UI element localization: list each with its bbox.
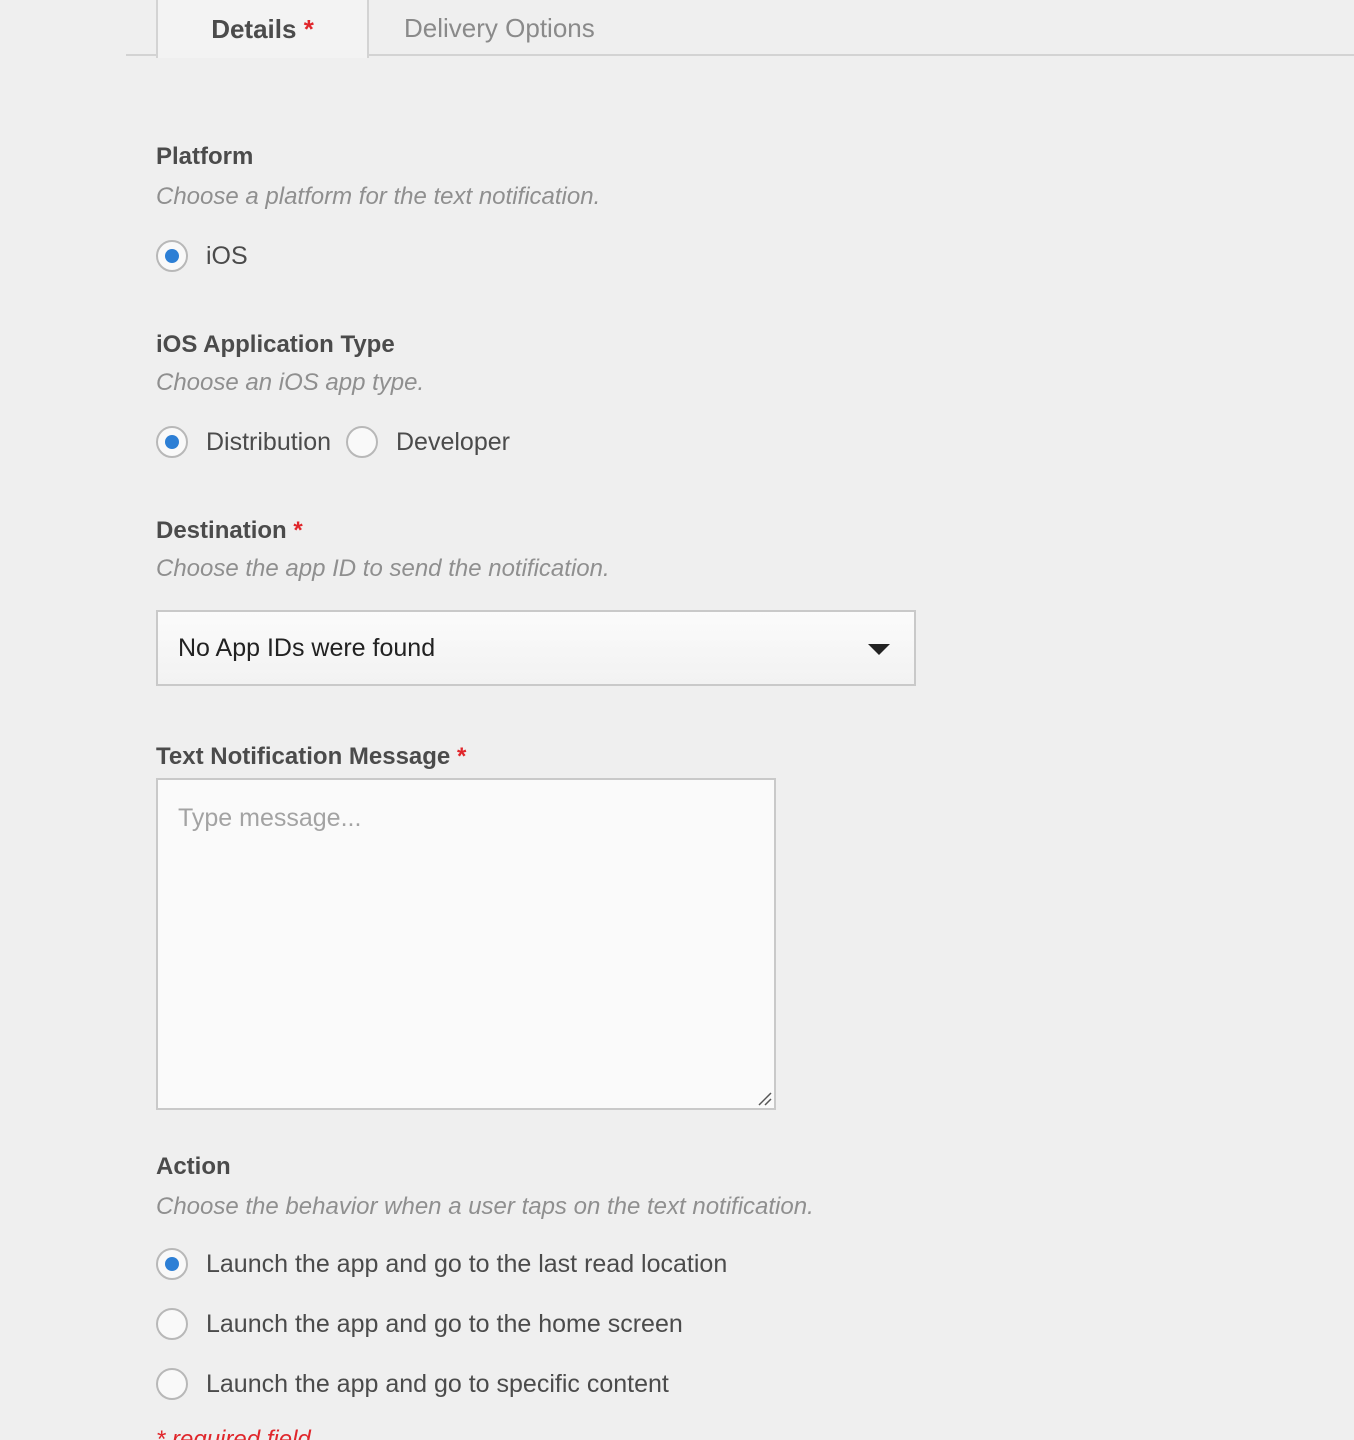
action-option-home-screen[interactable]: Launch the app and go to the home screen bbox=[156, 1308, 683, 1340]
platform-description: Choose a platform for the text notificat… bbox=[156, 183, 601, 210]
tab-details[interactable]: Details * bbox=[156, 0, 369, 58]
resize-grip-icon[interactable] bbox=[756, 1090, 772, 1106]
required-asterisk: * bbox=[303, 13, 314, 44]
message-title-text: Text Notification Message bbox=[156, 743, 451, 770]
action-title: Action bbox=[156, 1153, 231, 1180]
destination-description: Choose the app ID to send the notificati… bbox=[156, 555, 610, 582]
tab-bar: Details * Delivery Options bbox=[126, 0, 1354, 58]
app-type-description: Choose an iOS app type. bbox=[156, 369, 425, 396]
message-title: Text Notification Message * bbox=[156, 743, 466, 771]
platform-option-ios[interactable]: iOS bbox=[156, 240, 248, 272]
destination-title-text: Destination bbox=[156, 517, 287, 544]
app-type-distribution-label: Distribution bbox=[206, 427, 332, 456]
platform-ios-radio[interactable] bbox=[156, 240, 188, 272]
app-type-developer-label: Developer bbox=[396, 427, 510, 456]
app-type-distribution-radio[interactable] bbox=[156, 426, 188, 458]
destination-select[interactable]: No App IDs were found bbox=[156, 610, 916, 686]
action-specific-content-label: Launch the app and go to specific conten… bbox=[206, 1369, 669, 1398]
action-home-screen-label: Launch the app and go to the home screen bbox=[206, 1309, 683, 1338]
required-field-note: * required field bbox=[156, 1426, 311, 1440]
destination-title: Destination * bbox=[156, 517, 303, 545]
platform-ios-label: iOS bbox=[206, 241, 248, 270]
tab-delivery-options-label: Delivery Options bbox=[404, 12, 595, 43]
notification-form-page: Details * Delivery Options Platform Choo… bbox=[0, 0, 1354, 1440]
message-textarea[interactable] bbox=[156, 778, 776, 1110]
action-option-last-read[interactable]: Launch the app and go to the last read l… bbox=[156, 1248, 727, 1280]
action-last-read-label: Launch the app and go to the last read l… bbox=[206, 1249, 728, 1278]
action-description: Choose the behavior when a user taps on … bbox=[156, 1193, 814, 1220]
destination-selected-value: No App IDs were found bbox=[178, 633, 436, 662]
action-option-specific-content[interactable]: Launch the app and go to specific conten… bbox=[156, 1368, 669, 1400]
platform-title: Platform bbox=[156, 143, 254, 170]
app-type-title: iOS Application Type bbox=[156, 331, 395, 358]
required-asterisk: * bbox=[456, 743, 467, 770]
tab-details-label: Details bbox=[211, 13, 297, 44]
action-last-read-radio[interactable] bbox=[156, 1248, 188, 1280]
app-type-option-distribution[interactable]: Distribution bbox=[156, 426, 331, 458]
app-type-developer-radio[interactable] bbox=[346, 426, 378, 458]
action-specific-content-radio[interactable] bbox=[156, 1368, 188, 1400]
app-type-option-developer[interactable]: Developer bbox=[346, 426, 510, 458]
action-home-screen-radio[interactable] bbox=[156, 1308, 188, 1340]
chevron-down-icon bbox=[868, 644, 890, 655]
required-asterisk: * bbox=[293, 517, 303, 544]
tab-delivery-options[interactable]: Delivery Options bbox=[388, 0, 608, 56]
